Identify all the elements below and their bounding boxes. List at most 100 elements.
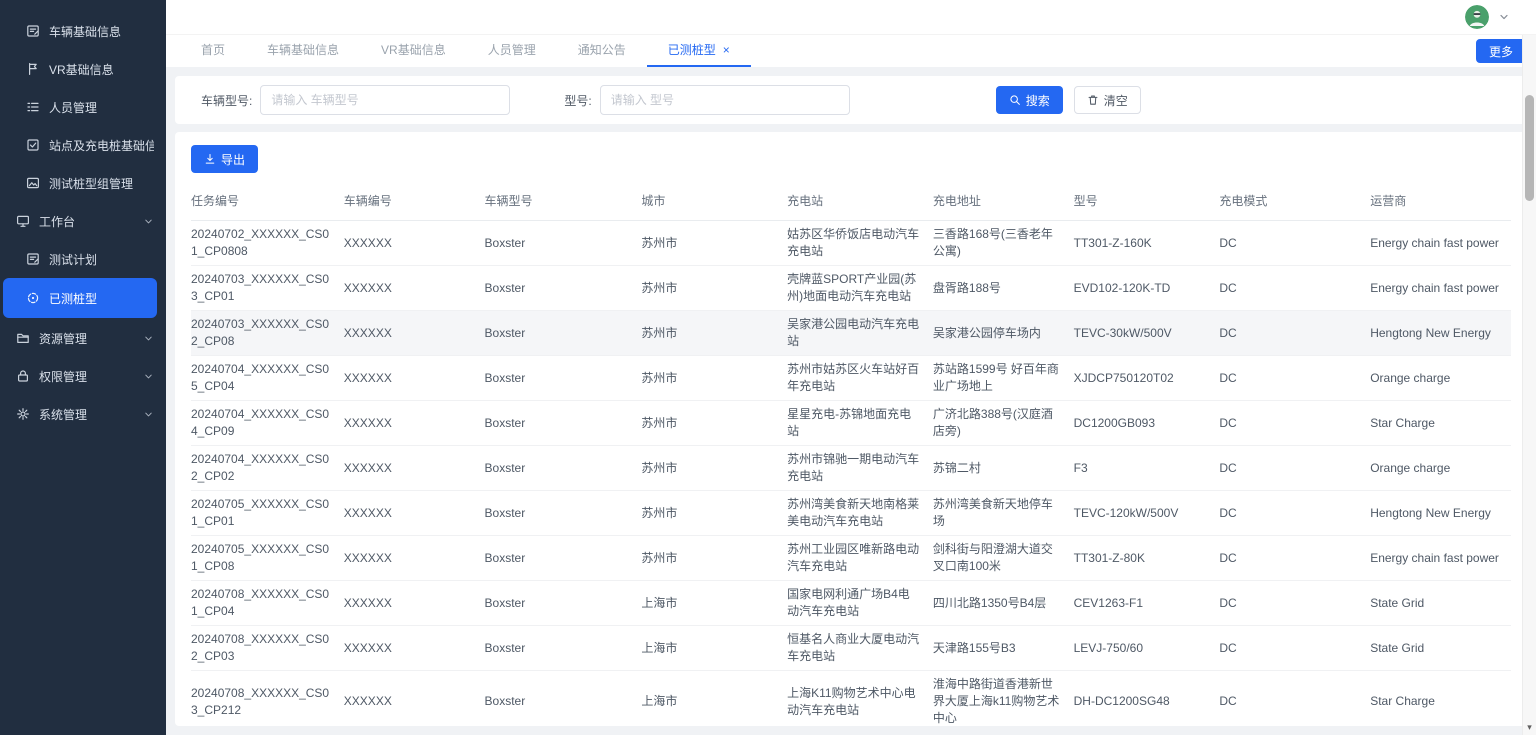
table-cell: TT301-Z-80K — [1073, 535, 1220, 581]
folder-icon — [16, 331, 30, 345]
sidebar-item-label: 工作台 — [39, 214, 76, 229]
chevron-down-icon — [143, 409, 154, 420]
scrollbar-down-arrow-icon[interactable]: ▾ — [1523, 723, 1536, 732]
sidebar-item-label: 车辆基础信息 — [49, 24, 122, 39]
table-cell: XXXXXX — [343, 445, 485, 491]
table-cell: 星星充电-苏锦地面充电站 — [787, 400, 933, 446]
table-row[interactable]: 20240704_XXXXXX_CS05_CP04 XXXXXX Boxster 苏州… — [191, 355, 1511, 401]
sidebar-item-workbench[interactable]: 工作台 — [0, 202, 166, 240]
chevron-down-icon — [143, 333, 154, 344]
sidebar-item-vr-basic-info[interactable]: VR基础信息 — [0, 50, 166, 88]
table-cell: 上海K11购物艺术中心电动汽车充电站 — [787, 670, 933, 726]
table-row[interactable]: 20240708_XXXXXX_CS02_CP03 XXXXXX Boxster 上海… — [191, 625, 1511, 671]
table-cell: TEVC-30kW/500V — [1073, 310, 1220, 356]
table-cell: 苏州湾美食新天地南格莱美电动汽车充电站 — [787, 490, 933, 536]
tab-personnel-management[interactable]: 人员管理 — [467, 36, 557, 67]
table-row[interactable]: 20240704_XXXXXX_CS02_CP02 XXXXXX Boxster 苏州… — [191, 445, 1511, 491]
table-cell: XXXXXX — [343, 490, 485, 536]
table-cell: 20240702_XXXXXX_CS01_CP0808 — [191, 220, 344, 266]
table-cell: DC — [1219, 265, 1371, 311]
table-row[interactable]: 20240702_XXXXXX_CS01_CP0808 XXXXXX Boxster… — [191, 220, 1511, 266]
vertical-scrollbar[interactable]: ▾ — [1522, 35, 1536, 735]
tab-tested-pile-type[interactable]: 已测桩型 × — [646, 36, 751, 67]
tab-home[interactable]: 首页 — [180, 36, 246, 67]
table-cell: 苏站路1599号 好百年商业广场地上 — [932, 355, 1074, 401]
list-icon — [26, 100, 40, 114]
table-cell: Star Charge — [1370, 670, 1511, 726]
table-cell: Energy chain fast power — [1370, 265, 1511, 311]
more-button[interactable]: 更多 — [1475, 39, 1526, 63]
sidebar-item-test-plan[interactable]: 测试计划 — [0, 240, 166, 278]
user-avatar[interactable] — [1465, 5, 1489, 29]
sidebar-item-label: 资源管理 — [39, 331, 88, 346]
table-row[interactable]: 20240703_XXXXXX_CS03_CP01 XXXXXX Boxster 苏州… — [191, 265, 1511, 311]
sidebar-item-resource-management[interactable]: 资源管理 — [0, 319, 166, 357]
table-cell: 盘胥路188号 — [932, 265, 1074, 311]
sidebar-item-label: 已测桩型 — [49, 291, 98, 306]
table-cell: 20240703_XXXXXX_CS02_CP08 — [191, 310, 344, 356]
table-cell: Orange charge — [1370, 355, 1511, 401]
table-row[interactable]: 20240703_XXXXXX_CS02_CP08 XXXXXX Boxster 苏州… — [191, 310, 1511, 356]
column-header: 车辆编号 — [343, 187, 485, 221]
table-cell: 恒基名人商业大厦电动汽车充电站 — [787, 625, 933, 671]
table-cell: DC — [1219, 400, 1371, 446]
model-input[interactable] — [599, 85, 850, 115]
sidebar-item-label: 人员管理 — [49, 100, 98, 115]
close-icon[interactable]: × — [723, 43, 730, 57]
table-cell: 苏州市 — [641, 220, 788, 266]
tab-bar: 首页 车辆基础信息 VR基础信息 人员管理 通知公告 已测桩型 × 更多 — [166, 35, 1536, 68]
column-header: 任务编号 — [191, 187, 344, 221]
table-row[interactable]: 20240708_XXXXXX_CS01_CP04 XXXXXX Boxster 上海… — [191, 580, 1511, 626]
table-row[interactable]: 20240704_XXXXXX_CS04_CP09 XXXXXX Boxster 苏州… — [191, 400, 1511, 446]
table-cell: 壳牌蓝SPORT产业园(苏州)地面电动汽车充电站 — [787, 265, 933, 311]
tab-vr-basic-info[interactable]: VR基础信息 — [360, 36, 467, 67]
table-cell: 吴家港公园停车场内 — [932, 310, 1074, 356]
table-cell: 20240708_XXXXXX_CS01_CP04 — [191, 580, 344, 626]
export-button[interactable]: 导出 — [191, 145, 259, 173]
table-cell: Boxster — [484, 670, 642, 726]
table-cell: 苏州市 — [641, 535, 788, 581]
table-cell: Boxster — [484, 535, 642, 581]
sidebar-item-personnel-management[interactable]: 人员管理 — [0, 88, 166, 126]
chevron-down-icon[interactable] — [1498, 11, 1510, 23]
table-row[interactable]: 20240705_XXXXXX_CS01_CP01 XXXXXX Boxster 苏州… — [191, 490, 1511, 536]
sidebar-item-system-management[interactable]: 系统管理 — [0, 395, 166, 433]
export-button-label: 导出 — [221, 152, 246, 167]
table-body: 20240702_XXXXXX_CS01_CP0808 XXXXXX Boxster… — [191, 220, 1511, 726]
search-button[interactable]: 搜索 — [995, 86, 1063, 114]
scrollbar-thumb[interactable] — [1525, 95, 1534, 201]
vehicle-model-input[interactable] — [260, 85, 511, 115]
download-icon — [204, 153, 216, 165]
table-cell: 苏州市 — [641, 310, 788, 356]
sidebar-item-vehicle-basic-info[interactable]: 车辆基础信息 — [0, 12, 166, 50]
sidebar-item-station-pile-basic-info[interactable]: 站点及充电桩基础信息 — [0, 126, 166, 164]
table-cell: Hengtong New Energy — [1370, 310, 1511, 356]
table-cell: XXXXXX — [343, 355, 485, 401]
table-row[interactable]: 20240705_XXXXXX_CS01_CP08 XXXXXX Boxster 苏州… — [191, 535, 1511, 581]
column-header: 城市 — [641, 187, 788, 221]
table-cell: 苏州工业园区唯新路电动汽车充电站 — [787, 535, 933, 581]
table-cell: 苏州市 — [641, 400, 788, 446]
table-row[interactable]: 20240708_XXXXXX_CS03_CP212 XXXXXX Boxster 上… — [191, 670, 1511, 726]
tab-vehicle-basic-info[interactable]: 车辆基础信息 — [246, 36, 360, 67]
table-cell: DC — [1219, 670, 1371, 726]
sidebar-item-tested-pile-type[interactable]: 已测桩型 — [3, 278, 157, 318]
table-cell: 20240703_XXXXXX_CS03_CP01 — [191, 265, 344, 311]
tab-notice[interactable]: 通知公告 — [557, 36, 647, 67]
table-cell: 苏州湾美食新天地停车场 — [932, 490, 1074, 536]
tab-list: 首页 车辆基础信息 VR基础信息 人员管理 通知公告 已测桩型 × — [180, 36, 751, 67]
table-cell: 苏锦二村 — [932, 445, 1074, 491]
column-header: 充电地址 — [932, 187, 1074, 221]
sidebar: 车辆基础信息 VR基础信息人员管理站点及充电桩基础信息测试桩型组管理工作台测试计划… — [0, 0, 166, 735]
table-cell: 20240704_XXXXXX_CS05_CP04 — [191, 355, 344, 401]
gear-icon — [16, 407, 30, 421]
flag-icon — [26, 62, 40, 76]
table-cell: 广济北路388号(汉庭酒店旁) — [932, 400, 1074, 446]
sidebar-item-label: 系统管理 — [39, 407, 88, 422]
table-cell: Boxster — [484, 490, 642, 536]
clear-button[interactable]: 清空 — [1073, 86, 1141, 114]
trash-icon — [1087, 94, 1099, 106]
table-cell: State Grid — [1370, 580, 1511, 626]
sidebar-item-permission-management[interactable]: 权限管理 — [0, 357, 166, 395]
sidebar-item-test-pile-group-management[interactable]: 测试桩型组管理 — [0, 164, 166, 202]
